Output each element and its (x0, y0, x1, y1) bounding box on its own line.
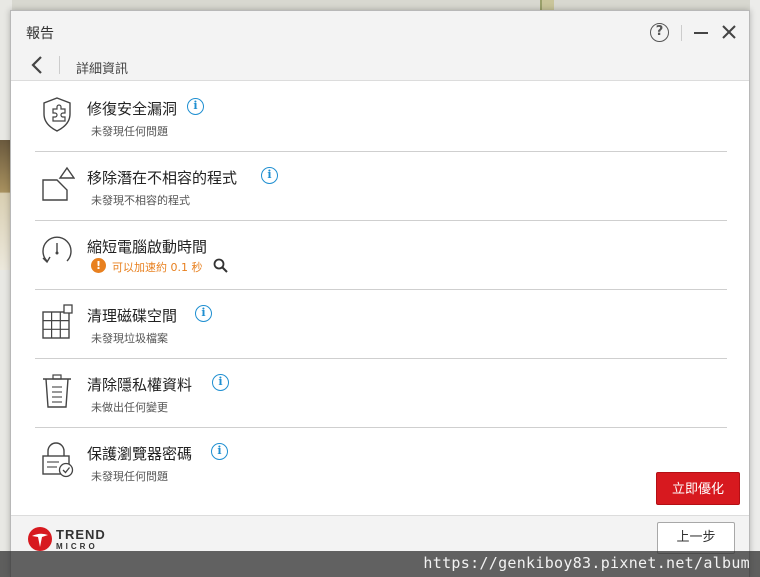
list-item-disk: 清理磁碟空間 i 未發現垃圾檔案 (35, 290, 727, 359)
titlebar-divider (681, 25, 682, 41)
window-title: 報告 (26, 26, 54, 42)
item-title: 移除潛在不相容的程式 (87, 169, 238, 187)
magnifier-icon[interactable] (213, 258, 228, 273)
disk-grid-icon (42, 304, 73, 339)
list-item-incompatible: 移除潛在不相容的程式 i 未發現不相容的程式 (35, 152, 727, 221)
info-icon[interactable]: i (261, 167, 278, 184)
trash-document-icon (43, 374, 71, 408)
lock-check-icon (42, 442, 74, 478)
list-item-browser-password: 保護瀏覽器密碼 i 未發現任何問題 (35, 428, 727, 497)
item-status: 未發現任何問題 (91, 125, 168, 138)
item-title: 清除隱私權資料 (87, 376, 193, 394)
list-item-startup: 縮短電腦啟動時間 ! 可以加速約 0.1 秒 (35, 221, 727, 290)
shield-puzzle-icon (43, 97, 71, 132)
help-button[interactable]: ? (650, 23, 669, 42)
logo-text-line1: TREND (56, 527, 106, 542)
trend-micro-logo: TREND MICRO (27, 526, 107, 554)
item-status: 未發現不相容的程式 (91, 194, 190, 207)
info-icon[interactable]: i (212, 374, 229, 391)
trend-micro-logo-mark (28, 527, 52, 551)
item-status: 未做出任何變更 (91, 401, 168, 414)
info-icon[interactable]: i (195, 305, 212, 322)
title-bar: 報告 ? 詳細資訊 (11, 11, 749, 81)
item-status: 未發現任何問題 (91, 470, 168, 483)
item-title: 縮短電腦啟動時間 (87, 238, 208, 256)
nav-divider (59, 56, 60, 74)
startup-timer-icon (42, 236, 72, 264)
breadcrumb: 詳細資訊 (76, 62, 129, 77)
close-icon[interactable] (719, 22, 739, 42)
warning-status: 可以加速約 0.1 秒 (112, 261, 203, 274)
previous-step-button[interactable]: 上一步 (657, 522, 735, 554)
desktop-background-right (750, 0, 760, 577)
item-title: 保護瀏覽器密碼 (87, 445, 193, 463)
watermark-bar: https://genkiboy83.pixnet.net/album (0, 551, 760, 577)
incompatible-app-icon (42, 166, 75, 201)
item-status: 未發現垃圾檔案 (91, 332, 168, 345)
warning-icon: ! (91, 258, 106, 273)
report-window: 報告 ? 詳細資訊 修復安全漏洞 i 未發現任何問題 移除潛在不相容的程式 i … (10, 10, 750, 577)
list-item-privacy: 清除隱私權資料 i 未做出任何變更 (35, 359, 727, 428)
back-arrow-icon[interactable] (29, 55, 45, 75)
item-title: 清理磁碟空間 (87, 307, 178, 325)
detail-list: 修復安全漏洞 i 未發現任何問題 移除潛在不相容的程式 i 未發現不相容的程式 … (35, 83, 727, 497)
info-icon[interactable]: i (187, 98, 204, 115)
minimize-button[interactable] (694, 32, 708, 34)
list-item-security: 修復安全漏洞 i 未發現任何問題 (35, 83, 727, 152)
logo-text-line2: MICRO (56, 542, 98, 551)
optimize-now-button[interactable]: 立即優化 (656, 472, 740, 505)
info-icon[interactable]: i (211, 443, 228, 460)
item-title: 修復安全漏洞 (87, 100, 178, 118)
watermark-text: https://genkiboy83.pixnet.net/album (423, 554, 750, 572)
